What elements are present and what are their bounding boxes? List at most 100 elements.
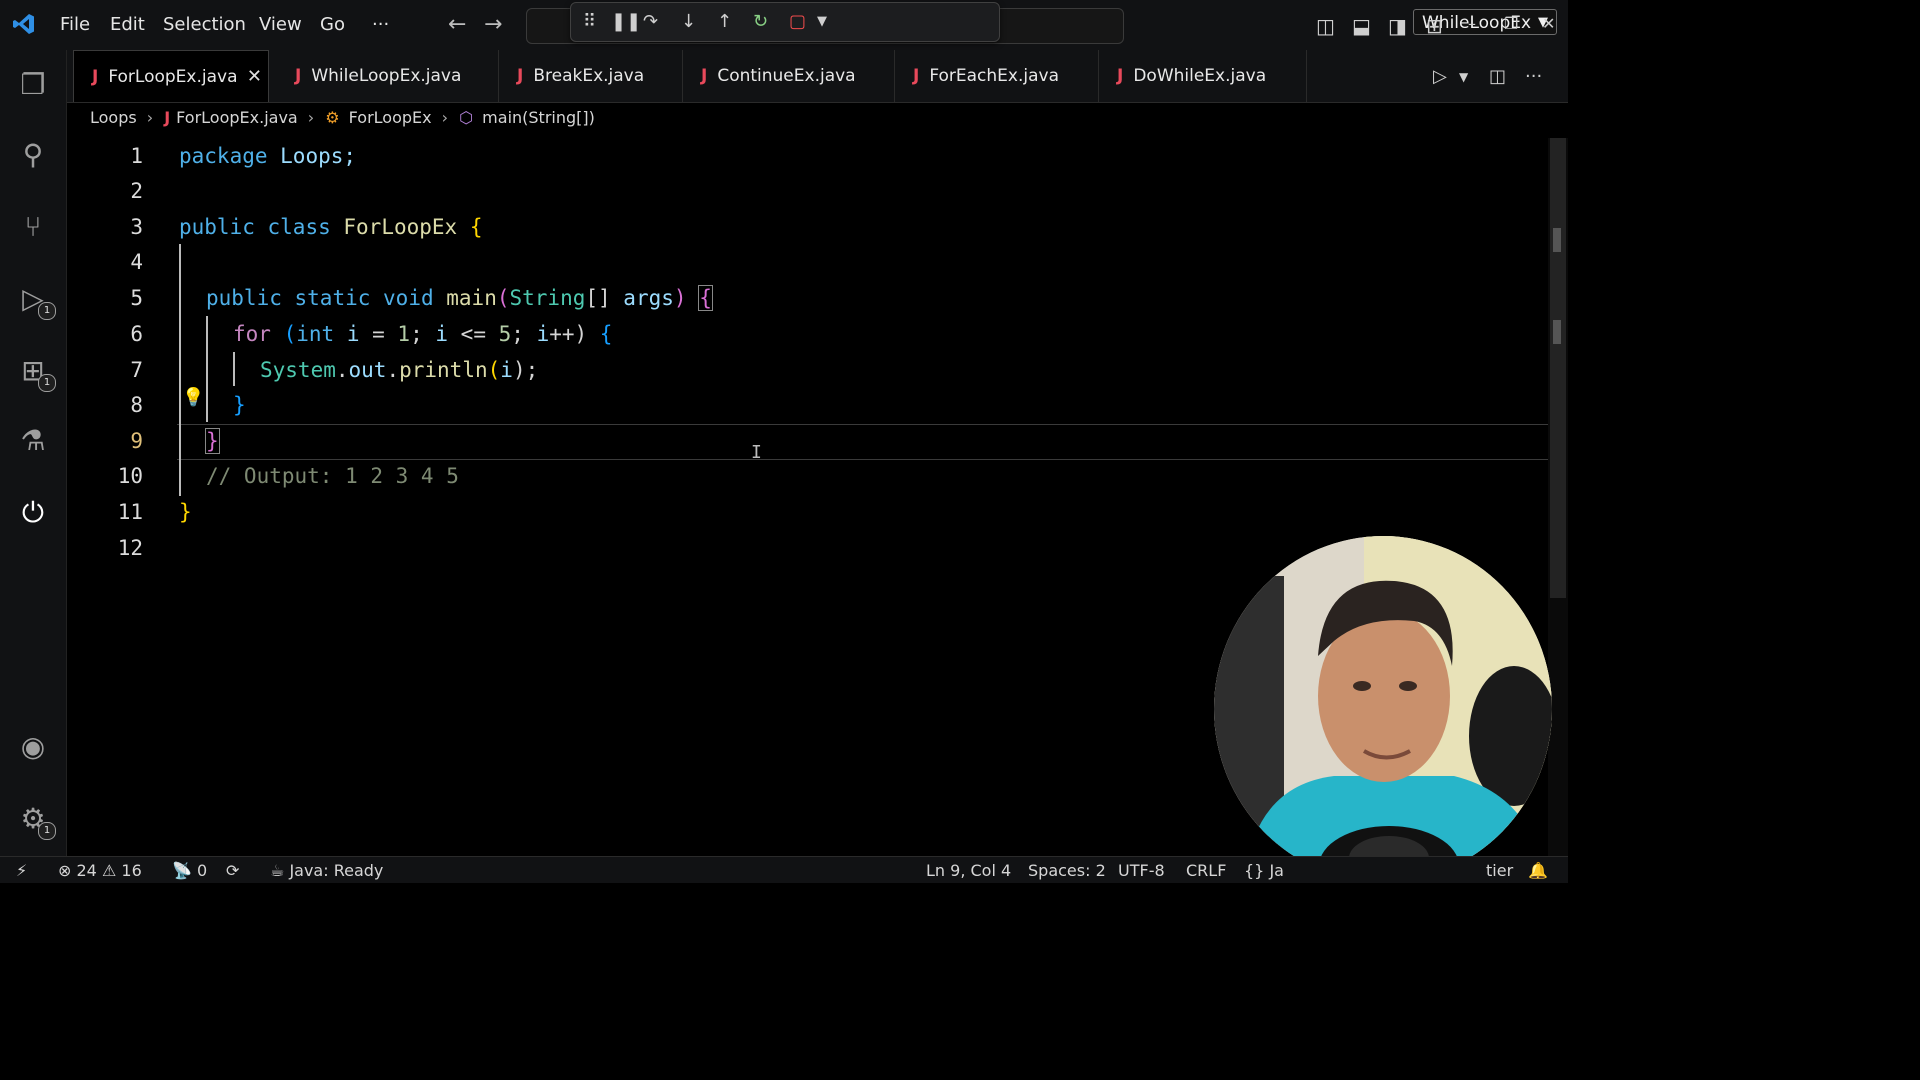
breadcrumb-file[interactable]: ForLoopEx.java <box>176 108 298 127</box>
run-debug-icon[interactable]: ▷ 1 <box>16 282 56 320</box>
coffee-icon: ☕ <box>270 861 285 880</box>
source-control-icon[interactable]: ⑂ <box>16 210 50 244</box>
testing-icon[interactable]: ⚗ <box>16 424 50 458</box>
broadcast-icon: 📡 <box>172 861 192 880</box>
code-text: System.out.println(i); <box>260 358 539 382</box>
java-file-icon: J <box>92 67 99 87</box>
chevron-right-icon: › <box>146 108 154 127</box>
code-line: 4 <box>67 244 1547 280</box>
explorer-icon[interactable]: ❐ <box>16 68 50 102</box>
tab-label: ContinueEx.java <box>717 66 856 86</box>
tab-label: BreakEx.java <box>533 66 645 86</box>
vscode-logo-icon <box>12 12 36 36</box>
code-text: } <box>179 500 192 524</box>
code-line: 10 // Output: 1 2 3 4 5 <box>67 458 1547 494</box>
line-number: 9 <box>130 429 143 453</box>
toggle-panel-icon[interactable]: ⬓ <box>1352 14 1371 38</box>
back-arrow-icon[interactable]: ← <box>448 12 466 37</box>
menu-go[interactable]: Go <box>320 14 345 35</box>
remote-indicator-icon[interactable]: ⚡ <box>16 861 27 880</box>
java-file-icon: J <box>517 66 524 86</box>
step-out-icon[interactable]: ↑ <box>717 11 732 32</box>
code-text: public class ForLoopEx { <box>179 215 483 239</box>
braces-icon: {} <box>1244 861 1265 880</box>
problems-indicator[interactable]: ⊗ 24 ⚠ 16 <box>58 861 142 880</box>
line-ending[interactable]: CRLF <box>1186 861 1226 880</box>
debug-status-icon[interactable]: ⟳ <box>226 861 239 880</box>
cursor-position[interactable]: Ln 9, Col 4 <box>926 861 1011 880</box>
code-text: // Output: 1 2 3 4 5 <box>206 464 459 488</box>
drag-handle-icon[interactable]: ⠿ <box>583 11 596 32</box>
java-file-icon: J <box>164 108 171 127</box>
settings-badge: 1 <box>38 822 56 840</box>
code-line: 9 } <box>67 423 1547 459</box>
restart-icon[interactable]: ↻ <box>753 11 768 32</box>
java-file-icon: J <box>1117 66 1124 86</box>
code-line: 2 <box>67 173 1547 209</box>
tab-label: ForEachEx.java <box>929 66 1059 86</box>
status-right-partial: tier <box>1486 861 1514 880</box>
encoding[interactable]: UTF-8 <box>1118 861 1165 880</box>
step-over-icon[interactable]: ↷ <box>643 11 658 32</box>
account-icon[interactable]: ◉ <box>16 730 50 764</box>
warning-icon: ⚠ <box>101 861 117 880</box>
settings-gear-icon[interactable]: ⚙ 1 <box>16 802 56 840</box>
run-java-icon[interactable]: ▷ <box>1433 66 1447 87</box>
code-text: } <box>205 428 220 454</box>
forward-arrow-icon[interactable]: → <box>484 12 502 37</box>
java-file-icon: J <box>701 66 708 86</box>
line-number: 1 <box>130 144 143 168</box>
breadcrumb-folder[interactable]: Loops <box>90 108 137 127</box>
scrollbar-marker <box>1553 320 1561 344</box>
search-icon[interactable]: ⚲ <box>16 138 50 172</box>
breadcrumb-class[interactable]: ForLoopEx <box>349 108 432 127</box>
tab-whileloopex[interactable]: J WhileLoopEx.java <box>277 50 499 102</box>
line-number: 12 <box>117 536 143 560</box>
tab-breakex[interactable]: J BreakEx.java <box>499 50 683 102</box>
breadcrumb-method[interactable]: main(String[]) <box>482 108 595 127</box>
chevron-down-icon[interactable]: ▼ <box>817 14 827 29</box>
debug-badge: 1 <box>38 302 56 320</box>
menu-more[interactable]: ··· <box>372 14 389 35</box>
close-tab-icon[interactable]: ✕ <box>247 51 262 103</box>
minimize-icon[interactable]: – <box>1468 14 1476 33</box>
line-number: 8 <box>130 393 143 417</box>
warning-count: 16 <box>121 861 142 880</box>
step-into-icon[interactable]: ↓ <box>681 11 696 32</box>
close-window-icon[interactable]: ✕ <box>1542 14 1555 33</box>
line-number: 3 <box>130 215 143 239</box>
restore-icon[interactable]: ❐ <box>1504 14 1518 33</box>
tab-forloopex[interactable]: J ForLoopEx.java ✕ <box>73 50 269 102</box>
tab-foreachex[interactable]: J ForEachEx.java <box>895 50 1099 102</box>
scrollbar-thumb[interactable] <box>1550 138 1566 598</box>
stop-icon[interactable]: ▢ <box>789 11 806 32</box>
chevron-down-icon[interactable]: ▼ <box>1459 70 1468 84</box>
tab-label: WhileLoopEx.java <box>311 66 462 86</box>
presenter-video <box>1214 536 1552 882</box>
customize-layout-icon[interactable]: ⊞ <box>1426 14 1443 38</box>
menu-edit[interactable]: Edit <box>110 14 145 35</box>
menu-file[interactable]: File <box>60 14 90 35</box>
toggle-secondary-sidebar-icon[interactable]: ◨ <box>1388 14 1407 38</box>
extensions-icon[interactable]: ⊞ 1 <box>16 354 56 392</box>
split-editor-icon[interactable]: ◫ <box>1489 66 1506 87</box>
java-status-label: Java: Ready <box>289 861 384 880</box>
menu-view[interactable]: View <box>259 14 302 35</box>
menu-selection[interactable]: Selection <box>163 14 246 35</box>
text-cursor-icon: I <box>751 442 762 463</box>
line-number: 6 <box>130 322 143 346</box>
indentation[interactable]: Spaces: 2 <box>1028 861 1106 880</box>
toggle-sidebar-icon[interactable]: ◫ <box>1316 14 1335 38</box>
more-actions-icon[interactable]: ··· <box>1525 66 1542 87</box>
tab-continueex[interactable]: J ContinueEx.java <box>683 50 895 102</box>
tab-dowhileex[interactable]: J DoWhileEx.java <box>1099 50 1307 102</box>
pause-icon[interactable]: ❚❚ <box>611 11 641 32</box>
java-file-icon: J <box>295 66 302 86</box>
power-icon[interactable]: ⏻ <box>16 496 50 530</box>
language-mode[interactable]: {} Ja <box>1244 861 1284 880</box>
java-status[interactable]: ☕ Java: Ready <box>270 861 383 880</box>
activity-bar: ❐ ⚲ ⑂ ▷ 1 ⊞ 1 ⚗ ⏻ ◉ ⚙ 1 <box>0 50 67 856</box>
line-number: 5 <box>130 286 143 310</box>
ports-indicator[interactable]: 📡 0 <box>172 861 207 880</box>
notifications-bell-icon[interactable]: 🔔 <box>1528 861 1548 880</box>
